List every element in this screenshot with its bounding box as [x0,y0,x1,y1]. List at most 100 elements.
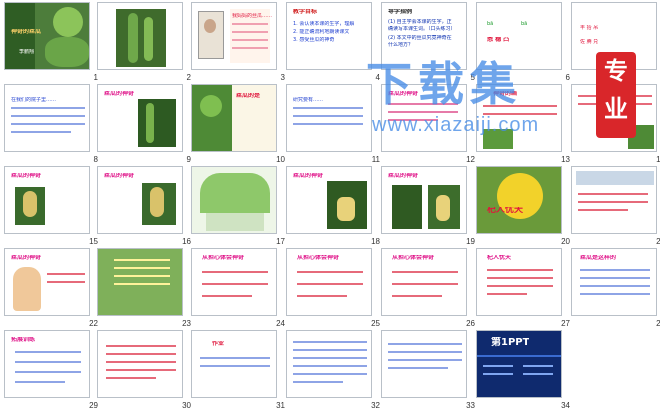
slide-title: 作业 [212,341,225,347]
slide-thumb-23[interactable]: 23 [97,248,193,328]
slide-number: 27 [561,319,570,328]
slide-preview: 从担心体会神奇 [191,248,277,316]
slide-thumb-8[interactable]: 在我们的院子里…… 8 [4,84,100,164]
slide-preview: 研究要有…… [286,84,372,152]
slide-text: 悉 穗 凸 [487,37,510,43]
slide-thumb-33[interactable]: 33 [381,330,477,410]
slide-thumb-27[interactable]: 杞人忧天 27 [476,248,572,328]
slide-number: 3 [280,73,285,82]
slide-thumb-7[interactable]: 丰 抬 吊 佐 腾 兑 7 [571,2,660,82]
slide-number: 24 [276,319,285,328]
slide-preview: 丝瓜的神奇 [381,84,467,152]
slide-text: 确读写本课生词。（口头练习） [388,26,456,32]
slide-thumb-10[interactable]: 丝瓜的是 10 [191,84,287,164]
slide-thumb-1[interactable]: 神奇的丝瓜 李鹏翔 1 [4,2,100,82]
slide-title: 丝瓜的神奇 [388,91,419,97]
slide-number: 32 [371,401,380,410]
slide-thumb-24[interactable]: 从担心体会神奇 24 [191,248,287,328]
slide-number: 31 [276,401,285,410]
slide-number: 30 [182,401,191,410]
slide-title: 拓展训练 [11,337,36,343]
slide-title: 杞人忧天 [487,207,524,213]
slide-thumb-20[interactable]: 杞人忧天 20 [476,166,572,246]
slide-preview: 丝瓜的神奇 [4,166,90,234]
slide-title: 丝瓜是这样的 [580,255,617,261]
slide-thumb-3[interactable]: 我妈妈的丝瓜…… 3 [191,2,287,82]
slide-preview [97,248,183,316]
slide-text: 1. 会认读本课的生字，理解 [293,21,355,27]
slide-title: 从担心体会神奇 [297,255,340,261]
slide-thumb-2[interactable]: 2 [97,2,193,82]
slide-number: 13 [561,155,570,164]
slide-thumb-15[interactable]: 丝瓜的神奇 15 [4,166,100,246]
slide-number: 33 [466,401,475,410]
slide-text: (2) 本文中的丝瓜究竟神奇在 [388,35,452,41]
slide-preview [286,330,372,398]
slide-thumb-19[interactable]: 丝瓜的神奇 19 [381,166,477,246]
slide-number: 34 [561,401,570,410]
slide-thumb-17[interactable]: 17 [191,166,287,246]
slide-title: 杞人忧天 [487,255,512,261]
slide-preview [381,330,467,398]
slide-preview [191,166,277,234]
slide-number: 20 [561,237,570,246]
slide-preview: 作业 [191,330,277,398]
slide-preview [97,2,183,70]
slide-thumb-14[interactable]: 14 [571,84,660,164]
slide-thumb-32[interactable]: 32 [286,330,382,410]
slide-title: 丝瓜的神奇 [388,173,419,179]
slide-text: 佐 腾 兑 [580,39,599,45]
slide-preview: 从担心体会神奇 [286,248,372,316]
slide-thumb-26[interactable]: 从担心体会神奇 26 [381,248,477,328]
slide-number: 6 [565,73,570,82]
slide-number: 14 [656,155,660,164]
slide-thumb-18[interactable]: 丝瓜的神奇 18 [286,166,382,246]
slide-text: 在我们的院子里…… [11,97,57,103]
slide-title: 神奇的丝瓜 [11,29,42,35]
slide-number: 4 [375,73,380,82]
slide-thumb-12[interactable]: 丝瓜的神奇 12 [381,84,477,164]
slide-thumb-28[interactable]: 丝瓜是这样的 28 [571,248,660,328]
slide-thumb-21[interactable]: 21 [571,166,660,246]
slide-number: 28 [656,319,660,328]
slide-number: 10 [276,155,285,164]
slide-title: 丝瓜的神奇 [104,173,135,179]
slide-preview: 从担心体会神奇 [381,248,467,316]
slide-title: 丝瓜的神奇 [11,173,42,179]
slide-title: 丝瓜的是 [236,93,261,99]
slide-preview: 杞人忧天 [476,248,562,316]
slide-thumb-4[interactable]: 教学目标 1. 会认读本课的生字，理解 2. 能正确流利地朗读课文 3. 感受丝… [286,2,382,82]
slide-title: 导学指例 [388,9,413,15]
slide-preview: 神奇的丝瓜 李鹏翔 [4,2,90,70]
slide-thumb-22[interactable]: 丝瓜的神奇 22 [4,248,100,328]
slide-text: 丰 抬 吊 [580,25,599,31]
slide-thumb-9[interactable]: 丝瓜的神奇 9 [97,84,193,164]
slide-preview: 丝瓜的神奇 [4,248,90,316]
slide-thumb-25[interactable]: 从担心体会神奇 25 [286,248,382,328]
slide-thumb-30[interactable]: 30 [97,330,193,410]
slide-number: 19 [466,237,475,246]
slide-preview: 丰 抬 吊 佐 腾 兑 [571,2,657,70]
slide-title: 丝瓜的神奇 [293,173,324,179]
slide-thumb-11[interactable]: 研究要有…… 11 [286,84,382,164]
slide-preview: 我妈妈的丝瓜…… [191,2,277,70]
slide-preview [571,166,657,234]
slide-text: 研究要有…… [293,97,324,103]
slide-thumb-31[interactable]: 作业 31 [191,330,287,410]
slide-thumb-5[interactable]: 导学指例 (1) 自主学会本课的生字，正 确读写本课生词。（口头练习） (2) … [381,2,477,82]
slide-preview: 拓展训练 [4,330,90,398]
slide-thumb-13[interactable]: 神奇的画 13 [476,84,572,164]
slide-preview: 丝瓜是这样的 [571,248,657,316]
slide-thumb-29[interactable]: 拓展训练 29 [4,330,100,410]
slide-number: 18 [371,237,380,246]
slide-text: (1) 自主学会本课的生字，正 [388,19,452,25]
slide-thumb-16[interactable]: 丝瓜的神奇 16 [97,166,193,246]
slide-preview: 丝瓜的神奇 [97,166,183,234]
slide-thumb-34[interactable]: 第1PPT 34 [476,330,572,410]
slide-preview: 丝瓜的神奇 [286,166,372,234]
slide-pinyin: bā [521,21,528,27]
slide-thumb-6[interactable]: bā bā 悉 穗 凸 6 [476,2,572,82]
slide-text: 什么地方？ [388,42,414,48]
slide-preview: 导学指例 (1) 自主学会本课的生字，正 确读写本课生词。（口头练习） (2) … [381,2,467,70]
slide-title: 第1PPT [491,337,530,348]
